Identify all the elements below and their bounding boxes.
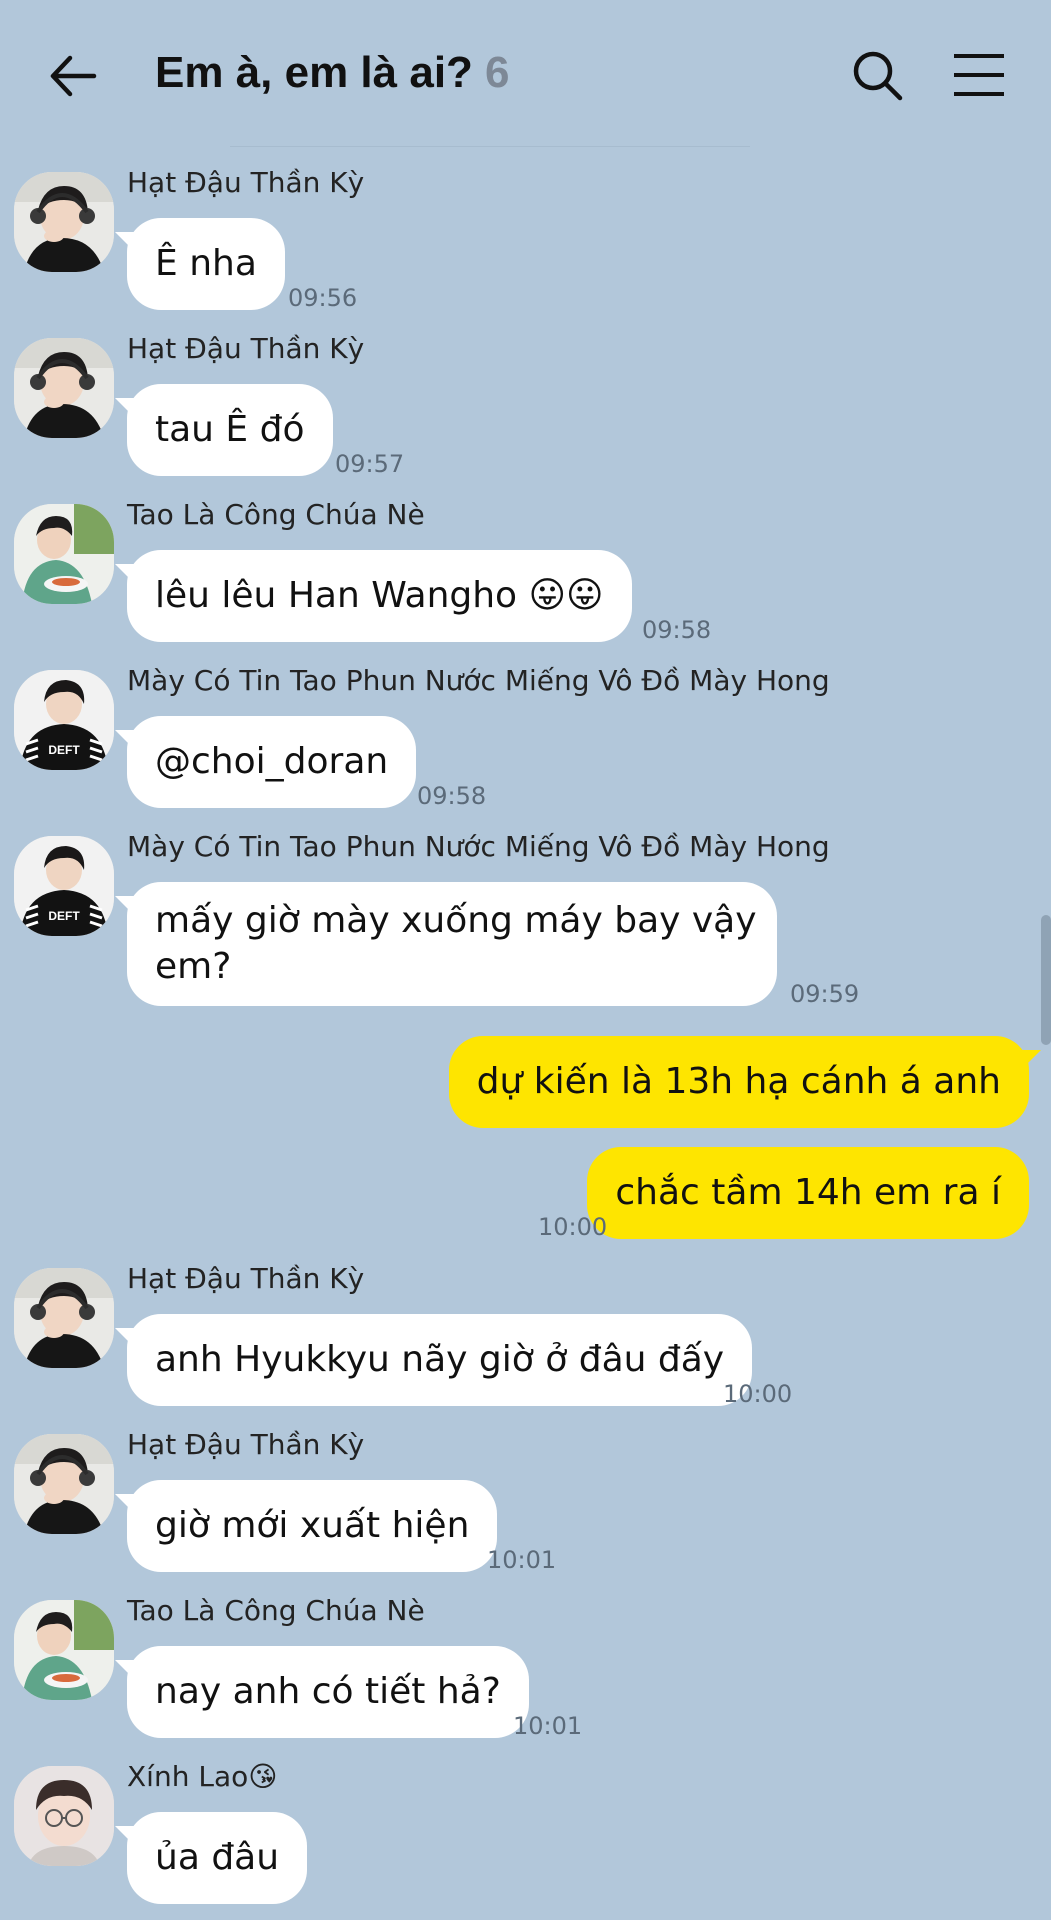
sender-name: Hạt Đậu Thần Kỳ bbox=[127, 166, 365, 199]
message-bubble[interactable]: ủa đâu bbox=[114, 1812, 308, 1904]
sender-name: Hạt Đậu Thần Kỳ bbox=[127, 1428, 365, 1461]
search-button[interactable] bbox=[850, 48, 906, 104]
message-time: 09:57 bbox=[335, 450, 405, 478]
message-time: 10:01 bbox=[513, 1712, 583, 1740]
avatar-deft-jacket-icon[interactable]: DEFT bbox=[14, 670, 114, 770]
back-button[interactable] bbox=[44, 46, 104, 106]
message-text-line: mấy giờ mày xuống máy bay vậy bbox=[155, 900, 757, 941]
arrow-left-icon bbox=[50, 55, 97, 97]
hamburger-menu-icon bbox=[954, 54, 1004, 96]
message-text: giờ mới xuất hiện bbox=[155, 1505, 470, 1546]
sender-name: Xính Lao😘 bbox=[127, 1760, 278, 1793]
message-bubble[interactable]: giờ mới xuất hiện bbox=[114, 1480, 498, 1572]
avatar-deft-jacket-icon[interactable]: DEFT bbox=[14, 836, 114, 936]
message-bubble[interactable]: anh Hyukkyu nãy giờ ở đâu đấy bbox=[114, 1314, 753, 1406]
message-text: @choi_doran bbox=[155, 741, 389, 782]
menu-button[interactable] bbox=[952, 50, 1006, 100]
message-bubble[interactable]: lêu lêu Han Wangho 😛😛 bbox=[115, 550, 632, 642]
message-text: chắc tầm 14h em ra í bbox=[615, 1172, 1001, 1213]
message-text: lêu lêu Han Wangho 😛😛 bbox=[155, 575, 604, 616]
message-text-line: em? bbox=[155, 946, 232, 987]
outgoing-message-bubble[interactable]: dự kiến là 13h hạ cánh á anh bbox=[448, 1036, 1042, 1128]
avatar-eating-icon[interactable] bbox=[14, 1600, 114, 1700]
message-time: 09:58 bbox=[417, 782, 487, 810]
search-icon bbox=[853, 51, 903, 101]
avatar-eating-icon[interactable] bbox=[14, 504, 114, 604]
svg-text:DEFT: DEFT bbox=[48, 909, 80, 923]
chat-header: Em à, em là ai? 6 bbox=[0, 0, 1051, 150]
avatar-headphones-icon[interactable] bbox=[14, 1434, 114, 1534]
scrollbar[interactable] bbox=[1041, 915, 1051, 1045]
avatar-headphones-icon[interactable] bbox=[14, 1268, 114, 1368]
message-time: 09:58 bbox=[642, 616, 712, 644]
message-bubble[interactable]: @choi_doran bbox=[114, 716, 417, 808]
message-text: nay anh có tiết hả? bbox=[155, 1671, 501, 1712]
sender-name: Tao Là Công Chúa Nè bbox=[127, 1594, 425, 1627]
avatar-headphones-icon[interactable] bbox=[14, 338, 114, 438]
message-text: tau Ê đó bbox=[155, 409, 305, 450]
sender-name: Tao Là Công Chúa Nè bbox=[127, 498, 425, 531]
svg-text:DEFT: DEFT bbox=[48, 743, 80, 757]
avatar-headphones-icon[interactable] bbox=[14, 172, 114, 272]
message-text: dự kiến là 13h hạ cánh á anh bbox=[476, 1061, 1001, 1102]
sender-name: Mày Có Tin Tao Phun Nước Miếng Vô Đồ Mày… bbox=[127, 830, 830, 863]
message-bubble[interactable]: mấy giờ mày xuống máy bay vậy em? bbox=[115, 882, 777, 1006]
message-text: ủa đâu bbox=[155, 1837, 280, 1878]
member-count: 6 bbox=[484, 48, 510, 97]
avatar-glasses-icon[interactable] bbox=[14, 1766, 114, 1866]
message-text: Ê nha bbox=[155, 243, 257, 284]
chat-room-name: Em à, em là ai? bbox=[155, 48, 473, 97]
header-divider bbox=[230, 146, 750, 147]
message-bubble[interactable]: tau Ê đó bbox=[115, 384, 333, 476]
message-bubble[interactable]: Ê nha bbox=[115, 218, 285, 310]
message-text: anh Hyukkyu nãy giờ ở đâu đấy bbox=[155, 1339, 725, 1380]
outgoing-message-bubble[interactable]: chắc tầm 14h em ra í bbox=[587, 1147, 1029, 1239]
message-time: 10:00 bbox=[723, 1380, 793, 1408]
message-time: 10:00 bbox=[538, 1213, 608, 1241]
message-time: 09:59 bbox=[790, 980, 860, 1008]
message-time: 10:01 bbox=[487, 1546, 557, 1574]
sender-name: Hạt Đậu Thần Kỳ bbox=[127, 1262, 365, 1295]
chat-title: Em à, em là ai? 6 bbox=[155, 48, 509, 98]
message-time: 09:56 bbox=[288, 284, 358, 312]
sender-name: Mày Có Tin Tao Phun Nước Miếng Vô Đồ Mày… bbox=[127, 664, 830, 697]
message-bubble[interactable]: nay anh có tiết hả? bbox=[115, 1646, 529, 1738]
sender-name: Hạt Đậu Thần Kỳ bbox=[127, 332, 365, 365]
